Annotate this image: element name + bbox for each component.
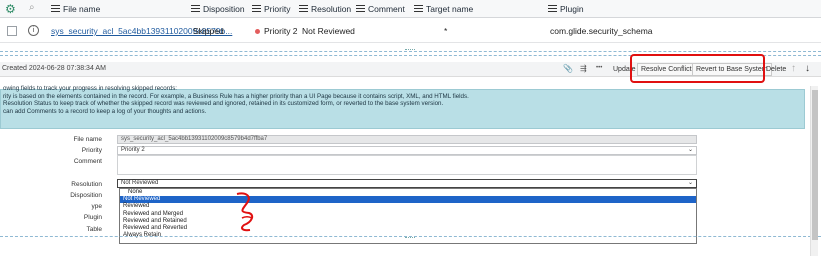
red-brace-annotation (236, 192, 254, 232)
